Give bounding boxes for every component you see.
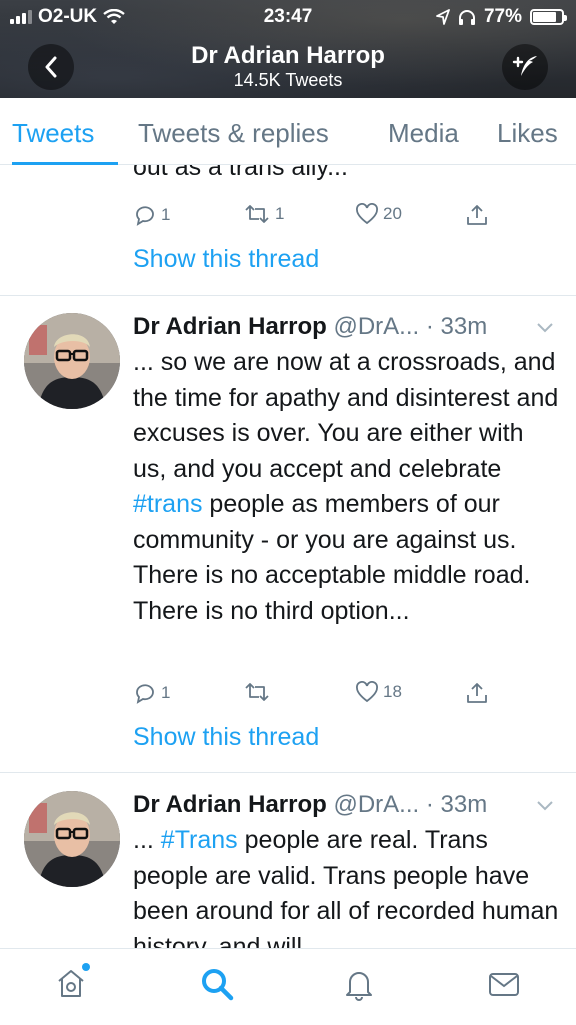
tweet-text-start: ... <box>133 826 161 854</box>
retweet-button[interactable]: 1 <box>243 203 284 225</box>
reply-button[interactable]: 1 <box>133 681 170 705</box>
hashtag-link[interactable]: #trans <box>133 490 202 518</box>
retweet-button[interactable] <box>243 681 271 703</box>
retweet-icon <box>245 205 269 223</box>
tweet-count: 14.5K Tweets <box>233 70 343 90</box>
tab-media[interactable]: Media <box>388 118 459 149</box>
tweet-header: Dr Adrian Harrop @DrA... · 33m <box>133 791 487 819</box>
profile-tabs: Tweets Tweets & replies Media Likes <box>0 98 576 165</box>
avatar[interactable] <box>24 791 120 887</box>
tweet-header: Dr Adrian Harrop @DrA... · 33m <box>133 313 487 341</box>
tweet-text-start: ... so we are now at a crossroads, and t… <box>133 348 559 483</box>
bottom-navigation <box>0 948 576 1025</box>
reply-count: 1 <box>161 205 171 224</box>
share-button[interactable] <box>465 203 489 227</box>
avatar-photo <box>24 791 120 887</box>
author-name[interactable]: Dr Adrian Harrop <box>133 791 327 818</box>
author-handle[interactable]: @DrA... <box>333 791 419 818</box>
nav-notifications[interactable] <box>342 967 376 1006</box>
author-handle[interactable]: @DrA... <box>333 313 419 340</box>
show-thread-link[interactable]: Show this thread <box>133 723 319 752</box>
tweet-time: · 33m <box>425 791 488 818</box>
nav-messages[interactable] <box>487 967 521 1006</box>
status-bar: O2-UK 23:47 77% <box>0 0 576 34</box>
author-name[interactable]: Dr Adrian Harrop <box>133 313 327 340</box>
home-icon <box>58 970 84 997</box>
chevron-down-icon[interactable] <box>536 799 554 811</box>
tweet-time: · 33m <box>425 313 488 340</box>
like-count: 18 <box>383 682 402 701</box>
compose-feather-icon <box>512 56 537 76</box>
location-arrow-icon <box>436 9 450 25</box>
battery-percent: 77% <box>483 6 522 27</box>
show-thread-link[interactable]: Show this thread <box>133 245 319 274</box>
share-icon <box>467 683 487 703</box>
tweet-divider <box>0 772 576 773</box>
tweet-actions: 1 18 <box>133 681 533 711</box>
reply-count: 1 <box>161 683 171 702</box>
compose-tweet-button[interactable] <box>502 44 548 90</box>
reply-icon <box>136 684 154 704</box>
notification-dot <box>82 963 90 971</box>
heart-icon <box>356 203 378 225</box>
retweet-icon <box>245 683 269 701</box>
active-tab-indicator <box>12 162 118 165</box>
nav-search[interactable] <box>200 967 234 1006</box>
share-button[interactable] <box>465 681 489 705</box>
like-count: 20 <box>383 204 402 223</box>
search-icon <box>202 969 234 1001</box>
tweet-text: ... #Trans people are real. Trans people… <box>133 823 563 948</box>
heart-icon <box>356 681 378 703</box>
share-icon <box>467 205 487 225</box>
notifications-bell-icon <box>346 972 372 1001</box>
tweet-divider <box>0 295 576 296</box>
tweet-actions: 1 1 20 <box>133 203 533 233</box>
reply-icon <box>136 206 154 226</box>
messages-envelope-icon <box>489 973 519 996</box>
like-button[interactable]: 20 <box>355 203 402 225</box>
tweet-text-partial: out as a trans ally... <box>133 165 348 181</box>
avatar[interactable] <box>24 313 120 409</box>
tab-tweets-and-replies[interactable]: Tweets & replies <box>138 118 329 149</box>
tab-likes[interactable]: Likes <box>497 118 558 149</box>
like-button[interactable]: 18 <box>355 681 402 703</box>
tweet-text: ... so we are now at a crossroads, and t… <box>133 345 563 629</box>
profile-header: O2-UK 23:47 77% Dr Adrian Harrop 14.5K T… <box>0 0 576 98</box>
avatar-photo <box>24 313 120 409</box>
battery-icon <box>530 9 567 25</box>
reply-button[interactable]: 1 <box>133 203 170 227</box>
chevron-down-icon[interactable] <box>536 321 554 333</box>
headphones-icon <box>458 10 475 25</box>
profile-name: Dr Adrian Harrop <box>191 42 385 69</box>
timeline[interactable]: out as a trans ally... 1 1 20 Show this … <box>0 165 576 948</box>
tab-tweets[interactable]: Tweets <box>12 118 94 149</box>
nav-home[interactable] <box>54 967 88 1006</box>
hashtag-link[interactable]: #Trans <box>161 826 238 854</box>
retweet-count: 1 <box>275 204 285 223</box>
